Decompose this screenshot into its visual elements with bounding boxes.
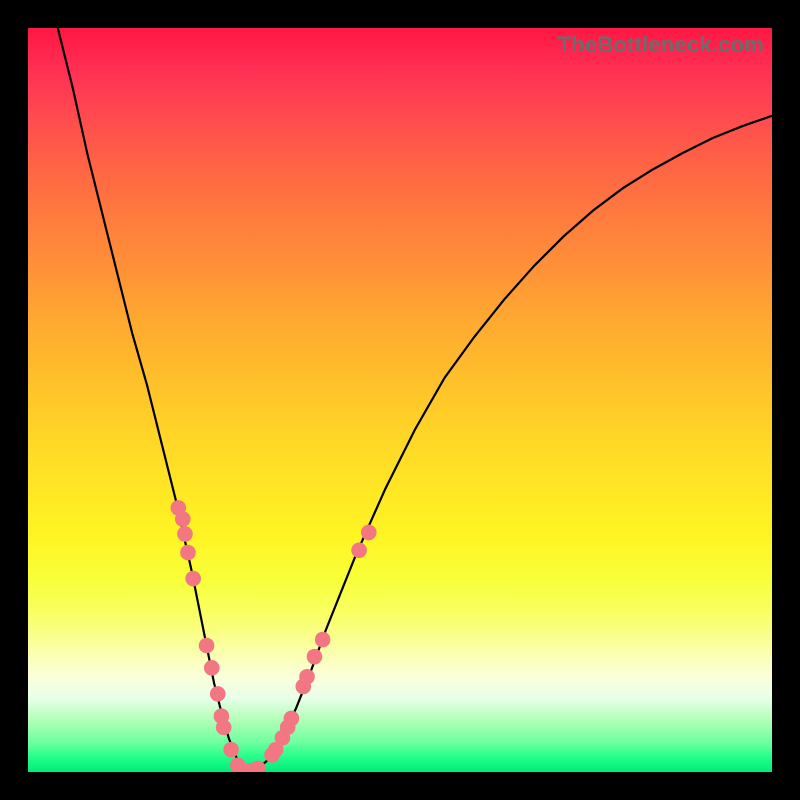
curve-svg [28, 28, 772, 772]
data-dot [284, 711, 300, 727]
data-dot [299, 669, 315, 685]
data-dot [185, 571, 201, 587]
data-dot [361, 525, 377, 541]
data-dot [199, 638, 215, 654]
data-dot [315, 632, 331, 648]
data-dot [180, 545, 196, 561]
data-dot [204, 660, 220, 676]
data-dots-group [170, 500, 376, 772]
data-dot [223, 742, 239, 758]
chart-container: TheBottleneck.com [0, 0, 800, 800]
bottleneck-curve [58, 28, 772, 772]
data-dot [175, 511, 191, 527]
data-dot [177, 526, 193, 542]
data-dot [250, 760, 266, 772]
data-dot [307, 649, 323, 665]
plot-area: TheBottleneck.com [28, 28, 772, 772]
data-dot [351, 542, 367, 558]
data-dot [210, 686, 226, 702]
data-dot [216, 720, 232, 736]
